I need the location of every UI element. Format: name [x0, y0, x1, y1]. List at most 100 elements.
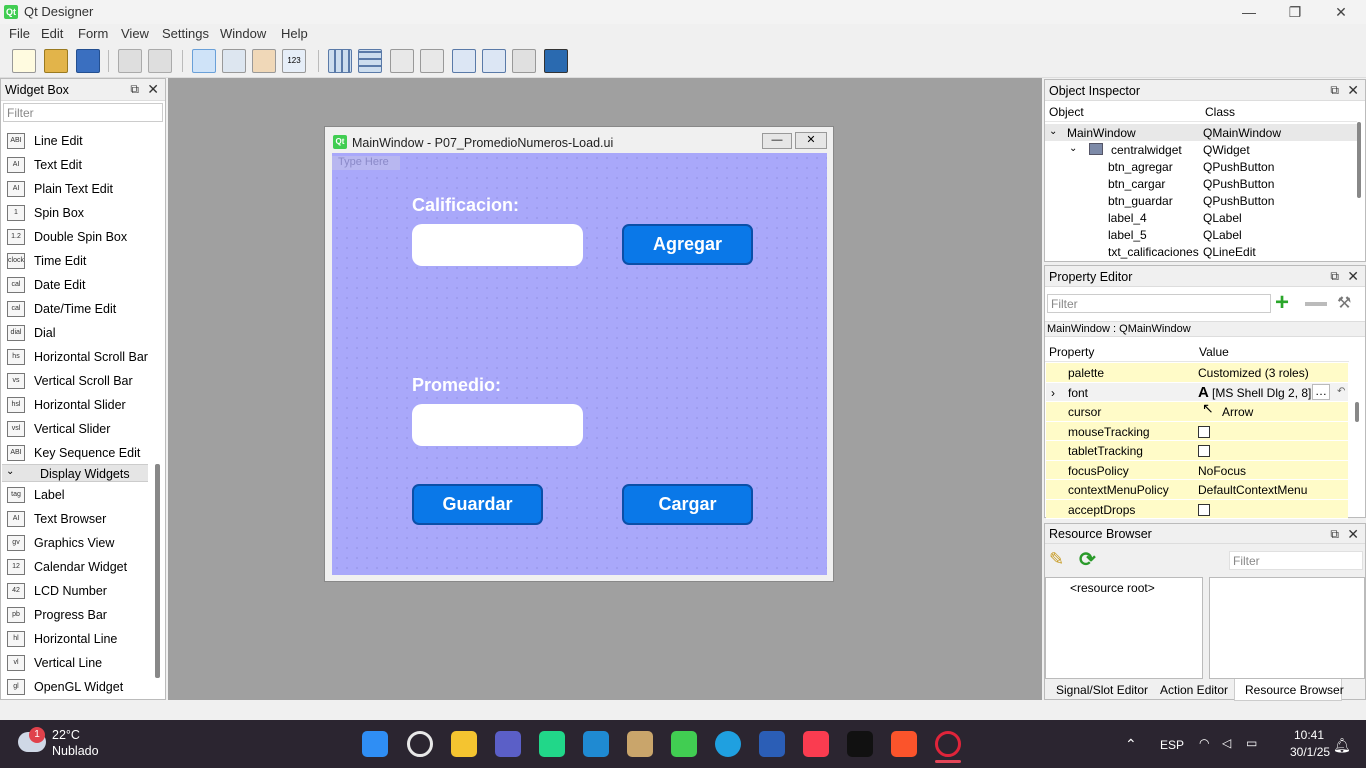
clock-date[interactable]: 30/1/25	[1290, 745, 1330, 759]
widget-item[interactable]: vsl Vertical Slider	[5, 418, 155, 440]
property-row-mouseTracking[interactable]: mouseTracking	[1046, 421, 1348, 441]
minimize-button[interactable]: —	[1226, 2, 1272, 22]
btn-agregar[interactable]: Agregar	[622, 224, 753, 265]
object-tree-row[interactable]: btn_guardar QPushButton	[1045, 192, 1357, 209]
property-row-acceptDrops[interactable]: acceptDrops	[1046, 499, 1348, 519]
add-property-icon[interactable]: +	[1275, 291, 1299, 315]
weather-temp[interactable]: 22°C	[52, 728, 80, 742]
menu-settings[interactable]: Settings	[162, 26, 209, 41]
widget-item[interactable]: hsl Horizontal Slider	[5, 394, 155, 416]
widget-item[interactable]: 42 LCD Number	[5, 580, 155, 602]
float-icon[interactable]: ⧉	[1330, 83, 1339, 98]
brave-icon[interactable]	[891, 731, 917, 757]
form-minimize-button[interactable]: —	[762, 133, 792, 149]
search-icon[interactable]	[407, 731, 433, 757]
widget-item[interactable]: pb Progress Bar	[5, 604, 155, 626]
close-icon[interactable]: ✕	[1347, 526, 1359, 543]
edit-buddies-icon[interactable]	[252, 49, 276, 73]
tab-signal-slot-editor[interactable]: Signal/Slot Editor	[1056, 683, 1148, 697]
chevron-down-icon[interactable]: ⌄	[1069, 143, 1077, 154]
label-calificacion[interactable]: Calificacion:	[412, 195, 519, 216]
property-row-contextMenuPolicy[interactable]: contextMenuPolicy DefaultContextMenu	[1046, 480, 1348, 500]
menu-view[interactable]: View	[121, 26, 149, 41]
layout-form-icon[interactable]	[482, 49, 506, 73]
layout-horizontal-icon[interactable]	[328, 49, 352, 73]
property-row-tabletTracking[interactable]: tabletTracking	[1046, 441, 1348, 461]
vscode-icon[interactable]	[583, 731, 609, 757]
object-tree-row[interactable]: label_5 QLabel	[1045, 226, 1357, 243]
float-icon[interactable]: ⧉	[1330, 527, 1339, 542]
object-tree-row[interactable]: btn_agregar QPushButton	[1045, 158, 1357, 175]
edit-resources-icon[interactable]: ✎	[1049, 549, 1064, 570]
resource-root[interactable]: <resource root>	[1070, 581, 1155, 595]
widget-item[interactable]: AI Text Browser	[5, 508, 155, 530]
col-object[interactable]: Object	[1049, 105, 1084, 119]
form-close-button[interactable]: ✕	[795, 132, 827, 149]
menu-help[interactable]: Help	[281, 26, 308, 41]
menu-edit[interactable]: Edit	[41, 26, 63, 41]
remove-property-icon[interactable]	[1305, 302, 1327, 306]
property-value[interactable]: Arrow	[1222, 405, 1253, 419]
paste-icon[interactable]	[148, 49, 172, 73]
object-tree-row[interactable]: centralwidget QWidget ⌄	[1045, 141, 1357, 158]
close-icon[interactable]: ✕	[1347, 268, 1359, 285]
opera-icon[interactable]	[935, 731, 961, 757]
widget-item[interactable]: AI Text Edit	[5, 154, 155, 176]
property-editor-scrollbar[interactable]	[1355, 402, 1359, 422]
tab-resource-browser[interactable]: Resource Browser	[1245, 683, 1344, 697]
close-icon[interactable]: ✕	[147, 81, 159, 98]
app-icon[interactable]	[627, 731, 653, 757]
edit-tab-order-icon[interactable]: 123	[282, 49, 306, 73]
widget-item[interactable]: 1.2 Double Spin Box	[5, 226, 155, 248]
property-row-palette[interactable]: palette Customized (3 roles)	[1046, 363, 1348, 383]
widget-item[interactable]: tag Label	[5, 484, 155, 506]
menu-file[interactable]: File	[9, 26, 30, 41]
property-value[interactable]: DefaultContextMenu	[1198, 483, 1307, 497]
property-checkbox[interactable]	[1198, 445, 1210, 457]
edit-signals-icon[interactable]	[222, 49, 246, 73]
copy-icon[interactable]	[118, 49, 142, 73]
language-indicator[interactable]: ESP	[1160, 738, 1184, 752]
chevron-right-icon[interactable]: ›	[1051, 386, 1055, 400]
teams-icon[interactable]	[495, 731, 521, 757]
col-class[interactable]: Class	[1205, 105, 1235, 119]
float-icon[interactable]: ⧉	[130, 82, 139, 97]
widget-item[interactable]: cal Date Edit	[5, 274, 155, 296]
label-promedio[interactable]: Promedio:	[412, 375, 501, 396]
property-value[interactable]: [MS Shell Dlg 2, 8]	[1212, 386, 1311, 400]
col-value[interactable]: Value	[1199, 345, 1229, 359]
widget-item[interactable]: hl Horizontal Line	[5, 628, 155, 650]
pycharm-icon[interactable]	[539, 731, 565, 757]
property-row-font[interactable]: font [MS Shell Dlg 2, 8] › A … ↶	[1046, 382, 1348, 402]
btn-cargar[interactable]: Cargar	[622, 484, 753, 525]
weather-desc[interactable]: Nublado	[52, 744, 99, 758]
btn-guardar[interactable]: Guardar	[412, 484, 543, 525]
widget-item[interactable]: clock Time Edit	[5, 250, 155, 272]
property-filter-input[interactable]: Filter	[1047, 294, 1271, 313]
property-row-focusPolicy[interactable]: focusPolicy NoFocus	[1046, 460, 1348, 480]
edit-widgets-icon[interactable]	[192, 49, 216, 73]
volume-icon[interactable]: ◁	[1222, 736, 1231, 750]
widget-item[interactable]: gl OpenGL Widget	[5, 676, 155, 698]
widget-box-filter-input[interactable]: Filter	[3, 103, 163, 122]
open-folder-icon[interactable]	[44, 49, 68, 73]
tab-action-editor[interactable]: Action Editor	[1160, 683, 1228, 697]
more-options-button[interactable]: …	[1312, 383, 1330, 400]
new-file-icon[interactable]	[12, 49, 36, 73]
bell-icon[interactable]: 🔔︎	[1333, 737, 1351, 754]
layout-grid-icon[interactable]	[452, 49, 476, 73]
battery-icon[interactable]: ▭	[1246, 736, 1257, 750]
apple-tv-icon[interactable]	[847, 731, 873, 757]
chevron-down-icon[interactable]: ⌄	[1049, 126, 1057, 137]
widget-item[interactable]: ABI Key Sequence Edit	[5, 442, 155, 464]
break-layout-icon[interactable]	[512, 49, 536, 73]
property-checkbox[interactable]	[1198, 503, 1210, 516]
txt-calificaciones[interactable]	[412, 224, 583, 266]
object-inspector-scrollbar[interactable]	[1357, 122, 1361, 198]
word-icon[interactable]	[759, 731, 785, 757]
close-icon[interactable]: ✕	[1347, 82, 1359, 99]
widget-item[interactable]: vl Vertical Line	[5, 652, 155, 674]
widget-item[interactable]: dial Dial	[5, 322, 155, 344]
reset-icon[interactable]: ↶	[1337, 386, 1345, 397]
music-icon[interactable]	[803, 731, 829, 757]
